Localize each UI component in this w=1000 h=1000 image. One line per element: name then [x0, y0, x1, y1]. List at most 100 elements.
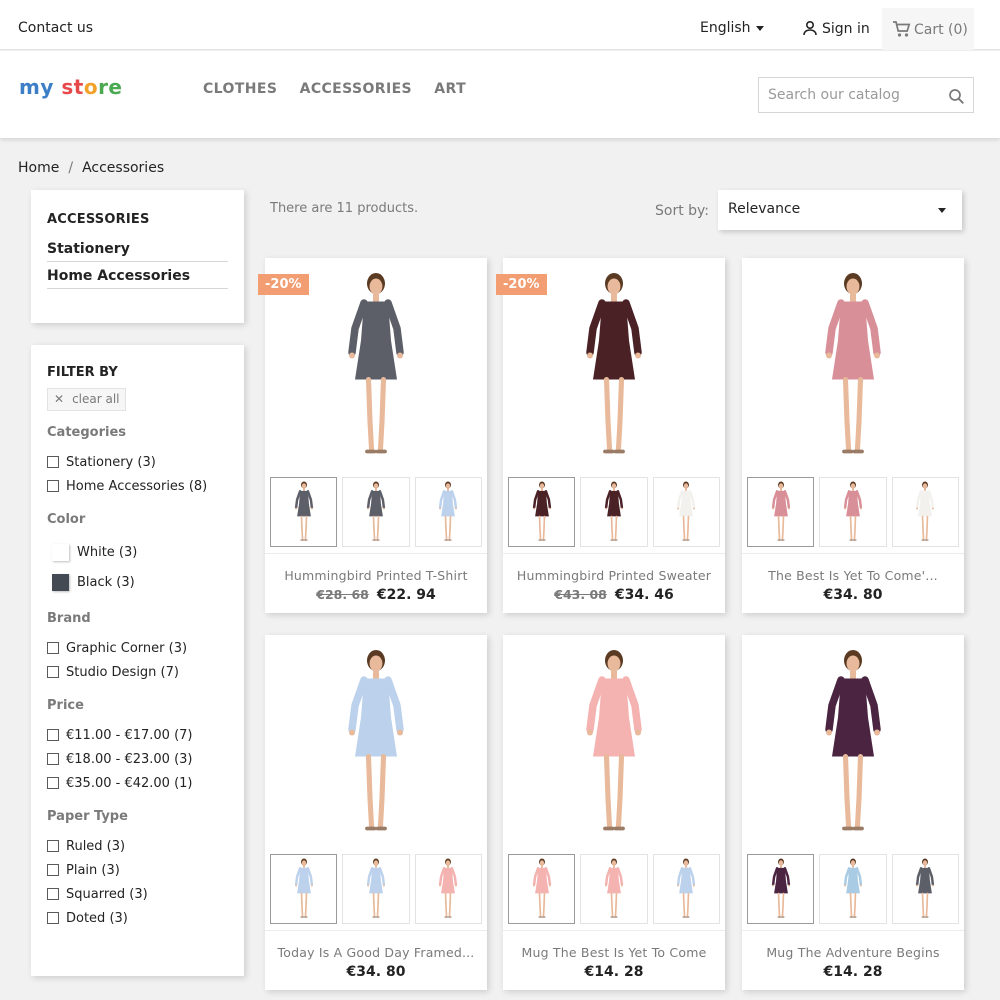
product-card[interactable]: Mug The Best Is Yet To Come €14. 28 [503, 635, 725, 990]
color-swatch-black[interactable] [52, 573, 69, 591]
main-nav: CLOTHES ACCESSORIES ART [203, 81, 483, 97]
product-image[interactable] [742, 258, 964, 473]
category-title[interactable]: ACCESSORIES [47, 212, 228, 227]
checkbox[interactable] [47, 729, 59, 741]
checkbox[interactable] [47, 456, 59, 468]
checkbox[interactable] [47, 753, 59, 765]
search-input[interactable] [759, 78, 939, 112]
category-item-stationery[interactable]: Stationery [47, 241, 228, 262]
product-card[interactable]: The Best Is Yet To Come'... €34. 80 [742, 258, 964, 613]
product-title[interactable]: Hummingbird Printed Sweater [503, 568, 725, 583]
nav-item-art[interactable]: ART [434, 81, 466, 97]
checkbox[interactable] [47, 888, 59, 900]
checkbox[interactable] [47, 480, 59, 492]
cart-label: Cart (0) [914, 22, 968, 38]
product-thumbnail[interactable] [652, 854, 720, 924]
product-thumbnail[interactable] [580, 854, 648, 924]
sort-dropdown[interactable]: Relevance [718, 190, 962, 230]
filter-option[interactable]: €11.00 - €17.00 (7) [47, 723, 228, 747]
filter-option[interactable]: Studio Design (7) [47, 660, 228, 684]
filter-option[interactable]: White (3) [47, 537, 228, 567]
product-price: €34. 80 [346, 964, 406, 980]
color-swatch-white[interactable] [52, 543, 69, 561]
product-thumbnail[interactable] [508, 477, 576, 547]
product-thumbnail[interactable] [414, 854, 482, 924]
discount-badge: -20% [496, 274, 547, 295]
product-title[interactable]: The Best Is Yet To Come'... [742, 568, 964, 583]
top-bar: Contact us English Sign in Cart (0) [0, 0, 1000, 50]
product-count: There are 11 products. [270, 201, 419, 216]
filter-option[interactable]: Ruled (3) [47, 834, 228, 858]
product-prices: €34. 80 [265, 964, 487, 980]
product-title[interactable]: Hummingbird Printed T-Shirt [265, 568, 487, 583]
product-card[interactable]: Today Is A Good Day Framed... €34. 80 [265, 635, 487, 990]
product-price: €34. 80 [823, 587, 883, 603]
product-thumbnail[interactable] [891, 854, 959, 924]
filter-option[interactable]: Graphic Corner (3) [47, 636, 228, 660]
checkbox[interactable] [47, 777, 59, 789]
sort-label: Sort by: [655, 203, 710, 219]
product-thumbnail[interactable] [414, 477, 482, 547]
filter-option[interactable]: Plain (3) [47, 858, 228, 882]
product-title[interactable]: Mug The Adventure Begins [742, 945, 964, 960]
clear-all-button[interactable]: ✕ clear all [47, 388, 126, 411]
product-prices: €14. 28 [503, 964, 725, 980]
product-thumbnail[interactable] [508, 854, 576, 924]
shopping-cart-icon [893, 21, 911, 37]
product-thumbnail[interactable] [652, 477, 720, 547]
product-thumbnail[interactable] [342, 477, 410, 547]
store-logo[interactable]: my store [19, 75, 123, 99]
search-icon[interactable] [948, 88, 965, 105]
product-image[interactable] [265, 635, 487, 850]
product-thumbnail[interactable] [819, 854, 887, 924]
product-thumbnail[interactable] [891, 477, 959, 547]
facet-categories: Categories Stationery (3) Home Accessori… [47, 425, 228, 498]
filter-option[interactable]: Squarred (3) [47, 882, 228, 906]
product-thumbnail[interactable] [747, 854, 815, 924]
product-thumbnail[interactable] [819, 477, 887, 547]
filter-option[interactable]: Home Accessories (8) [47, 474, 228, 498]
filter-option[interactable]: Doted (3) [47, 906, 228, 930]
product-thumbnail[interactable] [342, 854, 410, 924]
product-thumbnail[interactable] [270, 477, 338, 547]
nav-item-clothes[interactable]: CLOTHES [203, 81, 277, 97]
cart-button[interactable]: Cart (0) [882, 8, 974, 50]
language-selector[interactable]: English [700, 20, 764, 36]
breadcrumb-current[interactable]: Accessories [82, 160, 164, 176]
checkbox[interactable] [47, 840, 59, 852]
category-item-home-accessories[interactable]: Home Accessories [47, 268, 228, 289]
product-image[interactable] [503, 635, 725, 850]
product-prices: €34. 80 [742, 587, 964, 603]
product-title[interactable]: Mug The Best Is Yet To Come [503, 945, 725, 960]
product-card[interactable]: -20% [496, 258, 725, 613]
filter-option[interactable]: €18.00 - €23.00 (3) [47, 747, 228, 771]
product-thumbnail[interactable] [580, 477, 648, 547]
facet-brand: Brand Graphic Corner (3) Studio Design (… [47, 611, 228, 684]
checkbox[interactable] [47, 642, 59, 654]
product-card[interactable]: Mug The Adventure Begins €14. 28 [742, 635, 964, 990]
regular-price: €28. 68 [316, 587, 369, 602]
search-box [758, 77, 974, 113]
breadcrumb-home[interactable]: Home [18, 160, 59, 176]
checkbox[interactable] [47, 912, 59, 924]
product-image[interactable] [742, 635, 964, 850]
checkbox[interactable] [47, 864, 59, 876]
user-icon [803, 20, 817, 36]
chevron-down-icon [755, 25, 764, 31]
product-card[interactable]: -20% [258, 258, 487, 613]
facet-title: Brand [47, 611, 91, 626]
product-price: €22. 94 [376, 587, 436, 603]
filter-option[interactable]: €35.00 - €42.00 (1) [47, 771, 228, 795]
facet-color: Color White (3) Black (3) [47, 512, 228, 597]
product-title[interactable]: Today Is A Good Day Framed... [265, 945, 487, 960]
sign-in-link[interactable]: Sign in [802, 20, 870, 37]
filter-option[interactable]: Black (3) [47, 567, 228, 597]
product-thumbnail[interactable] [270, 854, 338, 924]
nav-item-accessories[interactable]: ACCESSORIES [300, 81, 412, 97]
checkbox[interactable] [47, 666, 59, 678]
product-thumbnail[interactable] [747, 477, 815, 547]
facet-title: Categories [47, 425, 127, 440]
contact-us-link[interactable]: Contact us [18, 20, 93, 36]
filter-option[interactable]: Stationery (3) [47, 450, 228, 474]
close-icon: ✕ [54, 392, 65, 406]
